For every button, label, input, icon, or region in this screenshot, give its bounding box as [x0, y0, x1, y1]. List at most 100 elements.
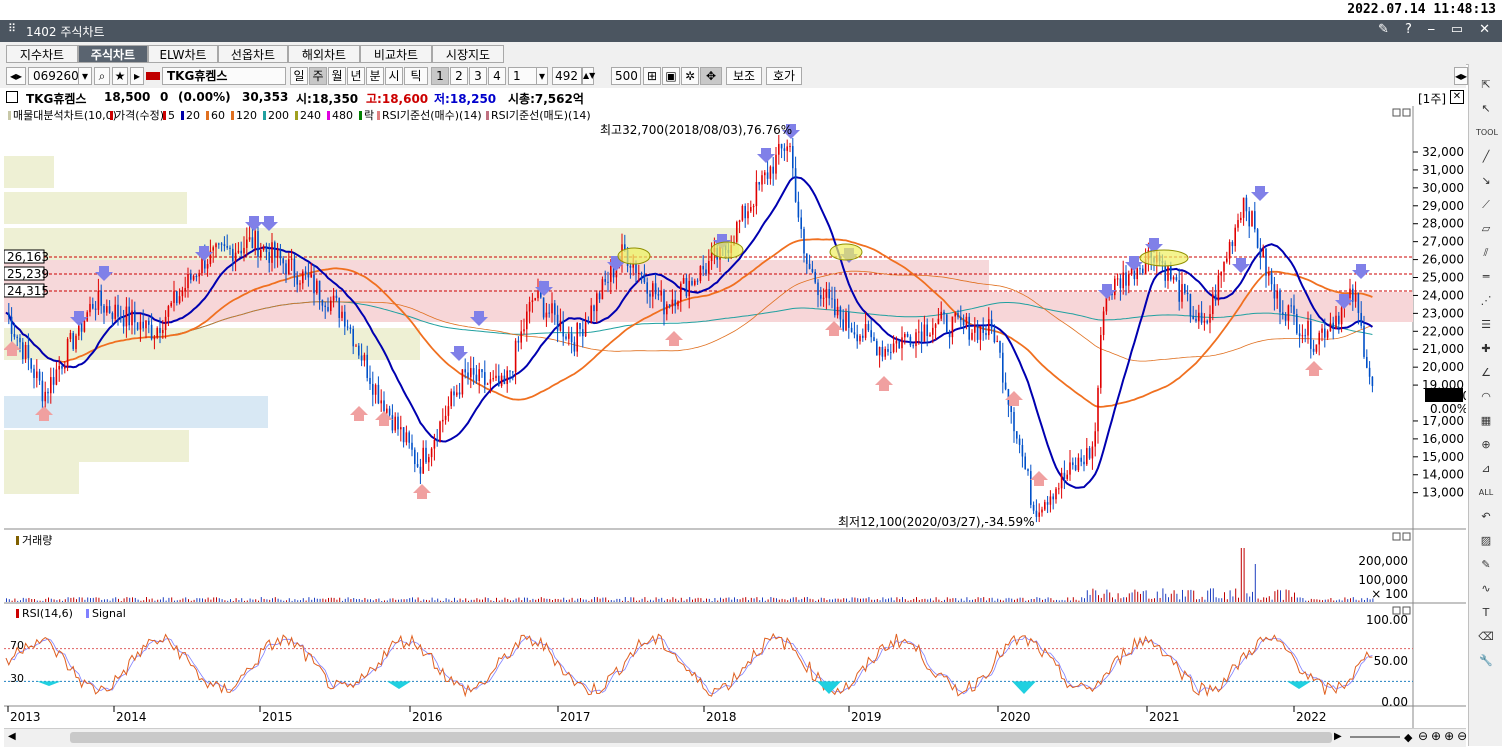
tab-elw-chart[interactable]: ELW차트 — [148, 45, 218, 63]
ref-label-3: 24,315 — [7, 284, 49, 298]
stock-chart[interactable]: 매물대분석차트(10,0)가격(수정) 5 20 60 120 200 240 480 락 RSI… — [4, 106, 1466, 728]
period-year-button[interactable]: 년 — [347, 67, 365, 85]
stock-menu-icon[interactable]: ▸ — [130, 67, 144, 85]
zoom-knob-icon[interactable]: ◆ — [1404, 731, 1412, 744]
window-titlebar[interactable]: ⠿ 1402 주식차트 ✎ ? ⎯ ▭ ✕ — [0, 20, 1502, 42]
add-chart-icon[interactable]: ⊞ — [643, 67, 661, 85]
candle-body — [1310, 321, 1312, 349]
candle-body — [111, 313, 114, 319]
tool-fan-icon[interactable]: ⋰ — [1476, 292, 1496, 310]
stock-name-field[interactable]: TKG휴켐스 — [162, 67, 286, 85]
tool-trend-icon[interactable]: ↘ — [1476, 172, 1496, 190]
scroll-arrows-icon[interactable]: ◂▸ — [6, 67, 26, 85]
num-1-button[interactable]: 1 — [431, 67, 449, 85]
volume-bar — [468, 600, 469, 602]
tool-measure-icon[interactable]: ⊿ — [1476, 460, 1496, 478]
scroll-left-icon[interactable]: ◀ — [8, 731, 16, 742]
tab-stock-chart[interactable]: 주식차트 — [78, 45, 148, 63]
tool-hline-icon[interactable]: ═ — [1476, 268, 1496, 286]
tool-text-icon[interactable]: T — [1476, 604, 1496, 622]
tool-parallel-icon[interactable]: ⫽ — [1476, 244, 1496, 262]
volume-bar — [753, 598, 755, 602]
settings-gear-icon[interactable]: ✲ — [681, 67, 699, 85]
tool-ray-icon[interactable]: ⟋ — [1476, 196, 1496, 214]
period-tick-button[interactable]: 틱 — [404, 67, 428, 85]
candle-body — [1024, 456, 1026, 470]
horizontal-scrollbar[interactable]: ◀ ▶ ◆ ⊖⊕⊕⊖ — [4, 728, 1467, 747]
period-day-button[interactable]: 일 — [290, 67, 308, 85]
volume-bar — [624, 597, 626, 602]
tool-zoom-icon[interactable]: ⊕ — [1476, 436, 1496, 454]
volume-bar — [596, 597, 598, 602]
code-dropdown-icon[interactable]: ▾ — [78, 67, 92, 85]
candle-body — [285, 263, 287, 275]
volume-bar — [599, 598, 601, 602]
tool-fib-icon[interactable]: ☰ — [1476, 316, 1496, 334]
tool-delete-all-icon[interactable]: ⌫ — [1476, 628, 1496, 646]
volume-bar — [955, 598, 957, 602]
tool-all-icon[interactable]: ALL — [1476, 484, 1496, 502]
tool-arc-icon[interactable]: ◠ — [1476, 388, 1496, 406]
candle-body — [1338, 315, 1340, 325]
period-hour-button[interactable]: 시 — [385, 67, 403, 85]
highlight-ellipse — [710, 241, 744, 259]
tool-label-icon[interactable]: TOOL — [1476, 124, 1498, 142]
tool-cursor-icon[interactable]: ↖ — [1476, 100, 1496, 118]
tool-pen-icon[interactable]: ✎ — [1476, 556, 1496, 574]
candle-body — [335, 295, 338, 298]
tool-line-icon[interactable]: ╱ — [1476, 148, 1496, 166]
scroll-right-icon[interactable]: ▶ — [1334, 731, 1342, 742]
tab-market-map[interactable]: 시장지도 — [432, 45, 504, 63]
search-icon[interactable]: ⌕ — [94, 67, 110, 85]
zoom-slider[interactable] — [1350, 736, 1400, 738]
tool-box-icon[interactable]: ▨ — [1476, 532, 1496, 550]
favorite-star-icon[interactable]: ★ — [112, 67, 128, 85]
tool-cross-icon[interactable]: ✚ — [1476, 340, 1496, 358]
num-4-button[interactable]: 4 — [488, 67, 506, 85]
zoom-buttons-icon[interactable]: ⊖⊕⊕⊖ — [1418, 729, 1470, 743]
interval-dropdown-icon[interactable]: ▾ — [536, 67, 548, 85]
period-week-button[interactable]: 주 — [309, 67, 327, 85]
info-checkbox[interactable] — [6, 91, 18, 103]
volume-bar — [1011, 598, 1013, 602]
volume-bar — [515, 598, 517, 602]
period-month-button[interactable]: 월 — [328, 67, 346, 85]
tool-undo-icon[interactable]: ↶ — [1476, 508, 1496, 526]
window-controls[interactable]: ✎ ? ⎯ ▭ ✕ — [1378, 22, 1496, 37]
tool-select-icon[interactable]: ⇱ — [1476, 76, 1496, 94]
tab-futures-chart[interactable]: 선옵차트 — [218, 45, 288, 63]
toolbar-scroll-icon[interactable]: ◂▸ — [1454, 67, 1468, 85]
tool-grid-icon[interactable]: ▦ — [1476, 412, 1496, 430]
scroll-thumb[interactable] — [70, 732, 1332, 743]
tool-angle-icon[interactable]: ∠ — [1476, 364, 1496, 382]
candle-body — [316, 280, 318, 294]
save-icon[interactable]: ▣ — [662, 67, 680, 85]
num-3-button[interactable]: 3 — [469, 67, 487, 85]
candle-body — [741, 205, 744, 221]
count-input[interactable]: 492 — [552, 67, 582, 85]
volume-bar — [109, 600, 111, 602]
app-menu-icon[interactable]: ⠿ — [8, 22, 16, 35]
quote-button[interactable]: 호가 — [766, 67, 802, 85]
tool-wrench-icon[interactable]: 🔧 — [1476, 652, 1496, 670]
count-spinner[interactable]: ▲▼ — [582, 67, 595, 85]
volume-bar — [848, 600, 850, 602]
volume-bar — [1282, 599, 1284, 602]
tool-channel-icon[interactable]: ▱ — [1476, 220, 1496, 238]
num-2-button[interactable]: 2 — [450, 67, 468, 85]
aux-button[interactable]: 보조 — [726, 67, 762, 85]
volume-bar — [717, 600, 719, 602]
volume-bar — [95, 597, 97, 602]
close-chart-icon[interactable]: ✕ — [1450, 90, 1464, 104]
tab-overseas-chart[interactable]: 해외차트 — [288, 45, 360, 63]
volume-bar — [1156, 591, 1158, 602]
crosshair-move-icon[interactable]: ✥ — [700, 67, 722, 85]
tab-compare-chart[interactable]: 비교차트 — [360, 45, 432, 63]
candle-body — [232, 248, 234, 262]
volume-bar — [795, 597, 797, 602]
candle-body — [778, 143, 780, 155]
candle-body — [167, 306, 170, 317]
tool-wave-icon[interactable]: ∿ — [1476, 580, 1496, 598]
tab-index-chart[interactable]: 지수차트 — [6, 45, 78, 63]
period-minute-button[interactable]: 분 — [366, 67, 384, 85]
